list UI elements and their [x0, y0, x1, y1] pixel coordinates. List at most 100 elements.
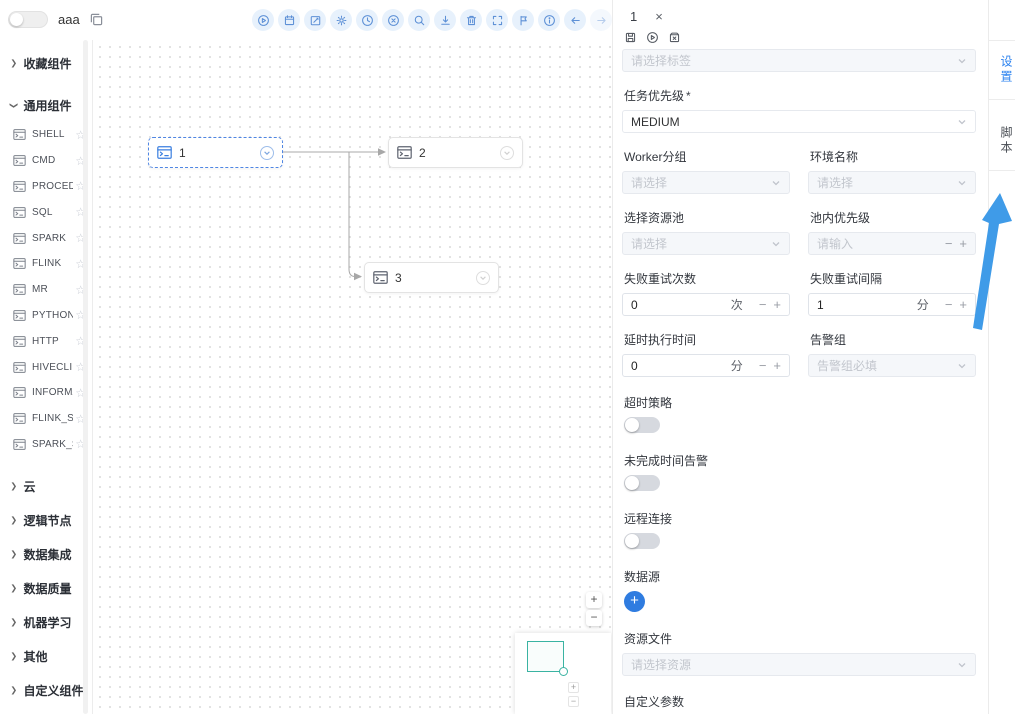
dag-canvas[interactable]: 1 2 3 + − + − — [93, 40, 612, 714]
pool-priority-field[interactable] — [817, 237, 938, 251]
component-item-http[interactable]: HTTP☆ — [0, 328, 92, 354]
datasource-label: 数据源 — [624, 568, 976, 585]
clock-icon[interactable] — [356, 9, 378, 31]
chevron-right-icon: ❯ — [10, 515, 17, 525]
sidebar-section-general[interactable]: ❯通用组件 — [0, 88, 92, 122]
zoom-out-button[interactable]: − — [586, 610, 602, 626]
gear-icon[interactable] — [330, 9, 352, 31]
component-item-shell[interactable]: SHELL☆ — [0, 122, 92, 148]
side-tab-script[interactable]: 脚本 — [989, 112, 1015, 171]
edit-icon[interactable] — [304, 9, 326, 31]
node-menu-icon[interactable] — [500, 146, 514, 160]
component-item-sparkst[interactable]: SPARK_ST...☆ — [0, 432, 92, 458]
delay-time-field[interactable] — [631, 359, 731, 373]
node-menu-icon[interactable] — [476, 271, 490, 285]
task-tab[interactable]: 1 × — [622, 0, 976, 26]
increment-icon[interactable]: + — [959, 298, 967, 311]
sidebar-category-0[interactable]: ❯云 — [0, 469, 92, 503]
decrement-icon[interactable]: − — [945, 298, 953, 311]
sidebar-scrollbar[interactable] — [83, 40, 88, 714]
component-item-hivecli[interactable]: HIVECLI☆ — [0, 354, 92, 380]
flink-stream-icon — [13, 413, 26, 424]
save-icon[interactable] — [624, 31, 637, 44]
sidebar-category-1[interactable]: ❯逻辑节点 — [0, 503, 92, 537]
arrow-right-icon[interactable] — [590, 9, 612, 31]
component-item-procedure[interactable]: PROCEDURE☆ — [0, 174, 92, 200]
remove-icon[interactable] — [668, 31, 681, 44]
search-icon[interactable] — [408, 9, 430, 31]
workflow-name: aaa — [58, 12, 80, 27]
fullscreen-icon[interactable] — [486, 9, 508, 31]
fail-retry-times-input[interactable]: 次 − + — [622, 293, 790, 316]
decrement-icon[interactable]: − — [945, 237, 953, 250]
incomplete-alert-toggle[interactable] — [624, 475, 660, 491]
sidebar-category-3[interactable]: ❯数据质量 — [0, 571, 92, 605]
decrement-icon[interactable]: − — [759, 298, 767, 311]
sidebar-category-6[interactable]: ❯自定义组件 — [0, 673, 92, 707]
increment-icon[interactable]: + — [959, 237, 967, 250]
add-datasource-button[interactable]: + — [624, 591, 645, 612]
alert-group-select[interactable]: 告警组必填 — [808, 354, 976, 377]
env-name-select[interactable]: 请选择 — [808, 171, 976, 194]
decrement-icon[interactable]: − — [759, 359, 767, 372]
close-circle-icon[interactable] — [382, 9, 404, 31]
tag-select[interactable]: 请选择标签 — [622, 49, 976, 72]
online-toggle[interactable] — [8, 11, 48, 28]
component-item-cmd[interactable]: CMD☆ — [0, 148, 92, 174]
priority-select[interactable]: MEDIUM — [622, 110, 976, 133]
sidebar-category-2[interactable]: ❯数据集成 — [0, 537, 92, 571]
chevron-right-icon: ❯ — [10, 58, 17, 68]
workflow-header: aaa — [8, 11, 103, 28]
component-item-sql[interactable]: SQL☆ — [0, 199, 92, 225]
close-icon[interactable]: × — [655, 9, 663, 24]
arrow-left-icon[interactable] — [564, 9, 586, 31]
resource-pool-select[interactable]: 请选择 — [622, 232, 790, 255]
sidebar-section-favorites[interactable]: ❯收藏组件 — [0, 46, 92, 80]
minimap-viewport[interactable] — [527, 641, 564, 672]
fail-retry-times-field[interactable] — [631, 298, 731, 312]
minimap-resize-handle[interactable] — [559, 667, 568, 676]
play-icon[interactable] — [252, 9, 274, 31]
fail-retry-interval-input[interactable]: 分 − + — [808, 293, 976, 316]
task-action-bar — [622, 26, 976, 48]
task-tab-label: 1 — [630, 9, 637, 24]
trash-icon[interactable] — [460, 9, 482, 31]
minimap-zoom-in-button[interactable]: + — [568, 682, 579, 693]
component-item-flink[interactable]: FLINK☆ — [0, 251, 92, 277]
worker-group-select[interactable]: 请选择 — [622, 171, 790, 194]
sidebar-category-5[interactable]: ❯其他 — [0, 639, 92, 673]
pool-priority-input[interactable]: − + — [808, 232, 976, 255]
side-tab-settings[interactable]: 设置 — [989, 40, 1015, 100]
component-item-python[interactable]: PYTHON☆ — [0, 303, 92, 329]
node-menu-icon[interactable] — [260, 146, 274, 160]
dag-node-3[interactable]: 3 — [364, 262, 499, 293]
component-item-flinkstr[interactable]: FLINK_STR...☆ — [0, 406, 92, 432]
minimap[interactable]: + − — [515, 633, 611, 714]
http-icon — [13, 336, 26, 347]
minimap-zoom-out-button[interactable]: − — [568, 696, 579, 707]
zoom-in-button[interactable]: + — [586, 592, 602, 608]
fail-retry-interval-field[interactable] — [817, 298, 917, 312]
component-item-informati[interactable]: INFORMATI...☆ — [0, 380, 92, 406]
run-icon[interactable] — [646, 31, 659, 44]
dag-node-1[interactable]: 1 — [148, 137, 283, 168]
resource-file-select[interactable]: 请选择资源 — [622, 653, 976, 676]
timeout-policy-toggle[interactable] — [624, 417, 660, 433]
component-item-mr[interactable]: MR☆ — [0, 277, 92, 303]
chevron-right-icon: ❯ — [10, 651, 17, 661]
info-icon[interactable] — [538, 9, 560, 31]
toggle-knob — [10, 13, 23, 26]
dag-node-2[interactable]: 2 — [388, 137, 523, 168]
chevron-down-icon — [771, 178, 781, 188]
format-icon[interactable] — [512, 9, 534, 31]
sidebar-category-4[interactable]: ❯机器学习 — [0, 605, 92, 639]
component-item-spark[interactable]: SPARK☆ — [0, 225, 92, 251]
calendar-icon[interactable] — [278, 9, 300, 31]
increment-icon[interactable]: + — [773, 359, 781, 372]
remote-connection-toggle[interactable] — [624, 533, 660, 549]
worker-group-label: Worker分组 — [624, 148, 790, 165]
delay-time-input[interactable]: 分 − + — [622, 354, 790, 377]
increment-icon[interactable]: + — [773, 298, 781, 311]
download-icon[interactable] — [434, 9, 456, 31]
copy-icon[interactable] — [90, 13, 103, 26]
